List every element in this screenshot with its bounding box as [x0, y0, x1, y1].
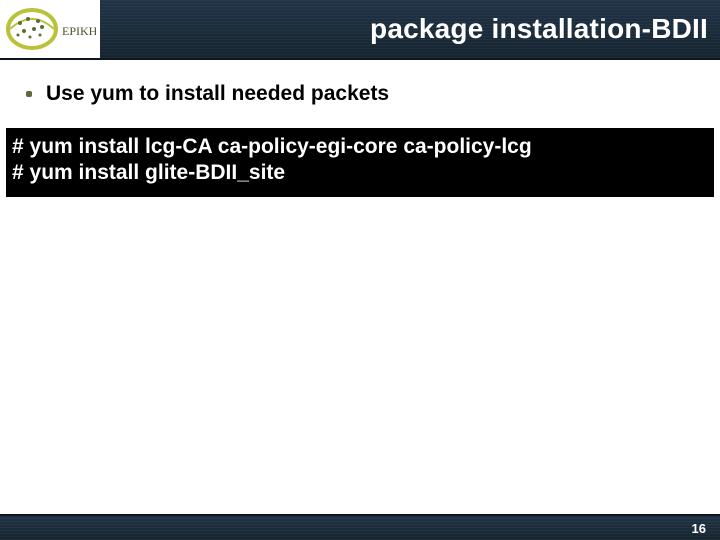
title-bar: EPIKH package installation-BDII — [0, 0, 720, 60]
slide-body: Use yum to install needed packets — [0, 60, 720, 106]
bullet-item: Use yum to install needed packets — [26, 82, 702, 106]
bullet-icon — [26, 91, 32, 97]
slide: EPIKH package installation-BDII Use yum … — [0, 0, 720, 540]
logo-text: EPIKH — [62, 24, 96, 38]
code-block: # yum install lcg-CA ca-policy-egi-core … — [6, 128, 714, 197]
code-line: # yum install lcg-CA ca-policy-egi-core … — [12, 134, 708, 160]
epikh-logo-icon: EPIKH — [4, 5, 96, 53]
page-title: package installation-BDII — [100, 13, 720, 45]
code-line: # yum install glite-BDII_site — [12, 160, 708, 186]
footer-bar: 16 — [0, 514, 720, 540]
logo: EPIKH — [0, 0, 100, 58]
bullet-text: Use yum to install needed packets — [46, 82, 389, 106]
page-number: 16 — [692, 521, 706, 536]
